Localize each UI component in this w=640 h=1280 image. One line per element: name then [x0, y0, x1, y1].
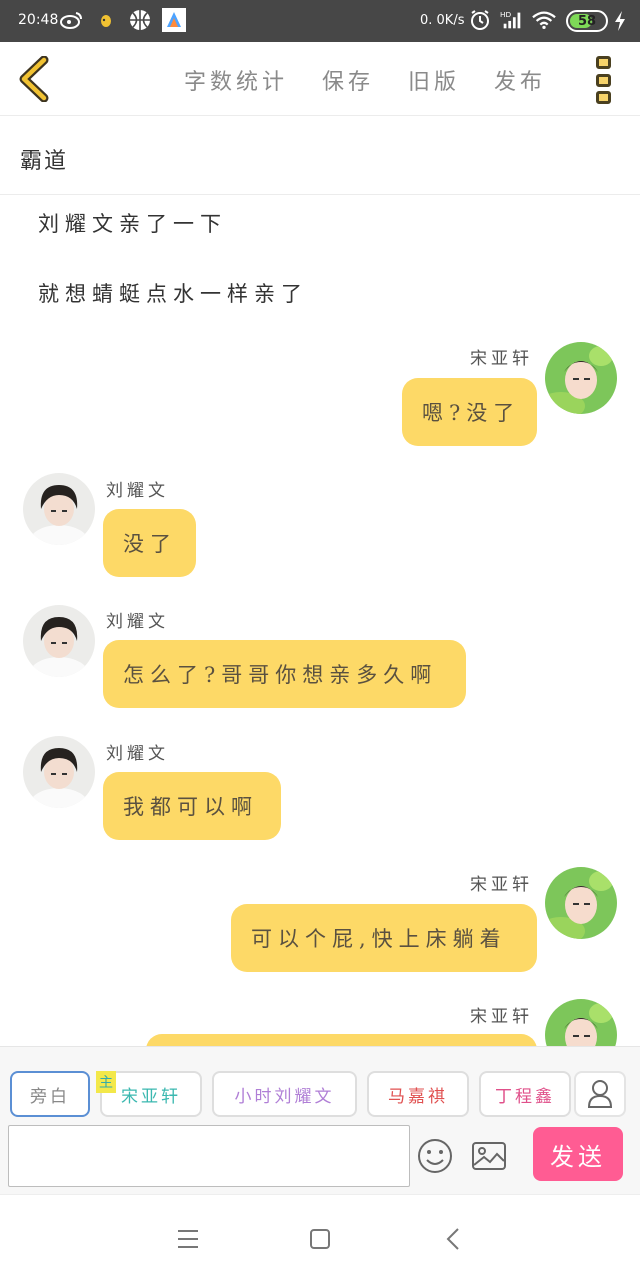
chat-content[interactable]: 刘耀文亲了一下 就想蜻蜓点水一样亲了 宋亚轩 嗯?没了 刘耀文 没了 刘耀文 怎…	[0, 196, 640, 1046]
message-bubble[interactable]: 没了	[103, 509, 196, 577]
back-nav-icon[interactable]	[438, 1223, 470, 1255]
avatar-left[interactable]	[23, 473, 95, 545]
narration-line: 刘耀文亲了一下	[38, 212, 227, 236]
message-input[interactable]	[8, 1125, 410, 1187]
message-bubble[interactable]: 我都可以啊	[103, 772, 281, 840]
old-version-button[interactable]: 旧版	[408, 64, 460, 96]
publish-button[interactable]: 发布	[494, 64, 546, 96]
basketball-icon	[128, 8, 152, 32]
app-icon	[94, 8, 118, 32]
message-bubble[interactable]	[146, 1034, 537, 1046]
status-time: 20:48	[18, 12, 59, 28]
battery-icon: 58	[566, 10, 608, 32]
avatar-right[interactable]	[545, 867, 617, 939]
battery-percent: 58	[577, 13, 597, 29]
status-icons-left	[60, 8, 186, 32]
menu-dot	[596, 73, 611, 87]
role-tab-ding-chengxin[interactable]: 丁程鑫	[479, 1071, 571, 1117]
weibo-icon	[60, 8, 84, 32]
alarm-icon	[468, 8, 492, 32]
message-bubble[interactable]: 怎么了?哥哥你想亲多久啊	[103, 640, 466, 708]
status-bar: 20:48 0. 0K/s HD 58	[0, 0, 640, 42]
person-icon	[587, 1080, 613, 1108]
input-panel: 旁白 宋亚轩 小时刘耀文 马嘉祺 丁程鑫 主 发送	[0, 1046, 640, 1194]
send-button[interactable]: 发送	[533, 1127, 623, 1181]
wifi-icon	[532, 8, 556, 32]
role-tab-liu-yaowen[interactable]: 小时刘耀文	[212, 1071, 357, 1117]
charging-icon	[615, 11, 625, 31]
emoji-icon[interactable]	[416, 1137, 454, 1175]
editor-toolbar: 字数统计 保存 旧版 发布	[0, 42, 640, 116]
speaker-name: 宋亚轩	[470, 875, 533, 895]
more-menu-icon[interactable]	[596, 56, 614, 104]
system-nav-bar	[0, 1194, 640, 1280]
main-role-badge: 主	[96, 1071, 116, 1093]
svg-text:HD: HD	[500, 10, 512, 19]
hd-signal-icon: HD	[500, 8, 524, 32]
speaker-name: 刘耀文	[106, 744, 169, 764]
message-bubble[interactable]: 嗯?没了	[402, 378, 537, 446]
toolbar-actions: 字数统计 保存 旧版 发布	[184, 64, 546, 96]
story-title-row[interactable]: 霸道	[0, 117, 640, 195]
word-count-button[interactable]: 字数统计	[184, 64, 288, 96]
avatar-right[interactable]	[545, 342, 617, 414]
menu-dot	[596, 56, 611, 69]
avatar-right[interactable]	[545, 999, 617, 1046]
network-speed: 0. 0K/s	[420, 13, 465, 28]
message-bubble[interactable]: 可以个屁,快上床躺着	[231, 904, 537, 972]
role-tab-ma-jiaqi[interactable]: 马嘉祺	[367, 1071, 469, 1117]
save-button[interactable]: 保存	[322, 64, 374, 96]
speaker-name: 刘耀文	[106, 612, 169, 632]
contacts-button[interactable]	[574, 1071, 626, 1117]
status-icons-right: HD	[468, 8, 556, 32]
menu-dot	[596, 91, 611, 104]
image-icon[interactable]	[470, 1137, 508, 1175]
back-icon[interactable]	[14, 56, 54, 102]
story-title: 霸道	[20, 149, 69, 174]
menu-icon[interactable]	[172, 1223, 204, 1255]
speaker-name: 刘耀文	[106, 481, 169, 501]
app-store-icon	[162, 8, 186, 32]
speaker-name: 宋亚轩	[470, 1007, 533, 1027]
narration-line: 就想蜻蜓点水一样亲了	[38, 282, 308, 306]
role-tab-narrator[interactable]: 旁白	[10, 1071, 90, 1117]
home-icon[interactable]	[304, 1223, 336, 1255]
speaker-name: 宋亚轩	[470, 349, 533, 369]
avatar-left[interactable]	[23, 605, 95, 677]
avatar-left[interactable]	[23, 736, 95, 808]
